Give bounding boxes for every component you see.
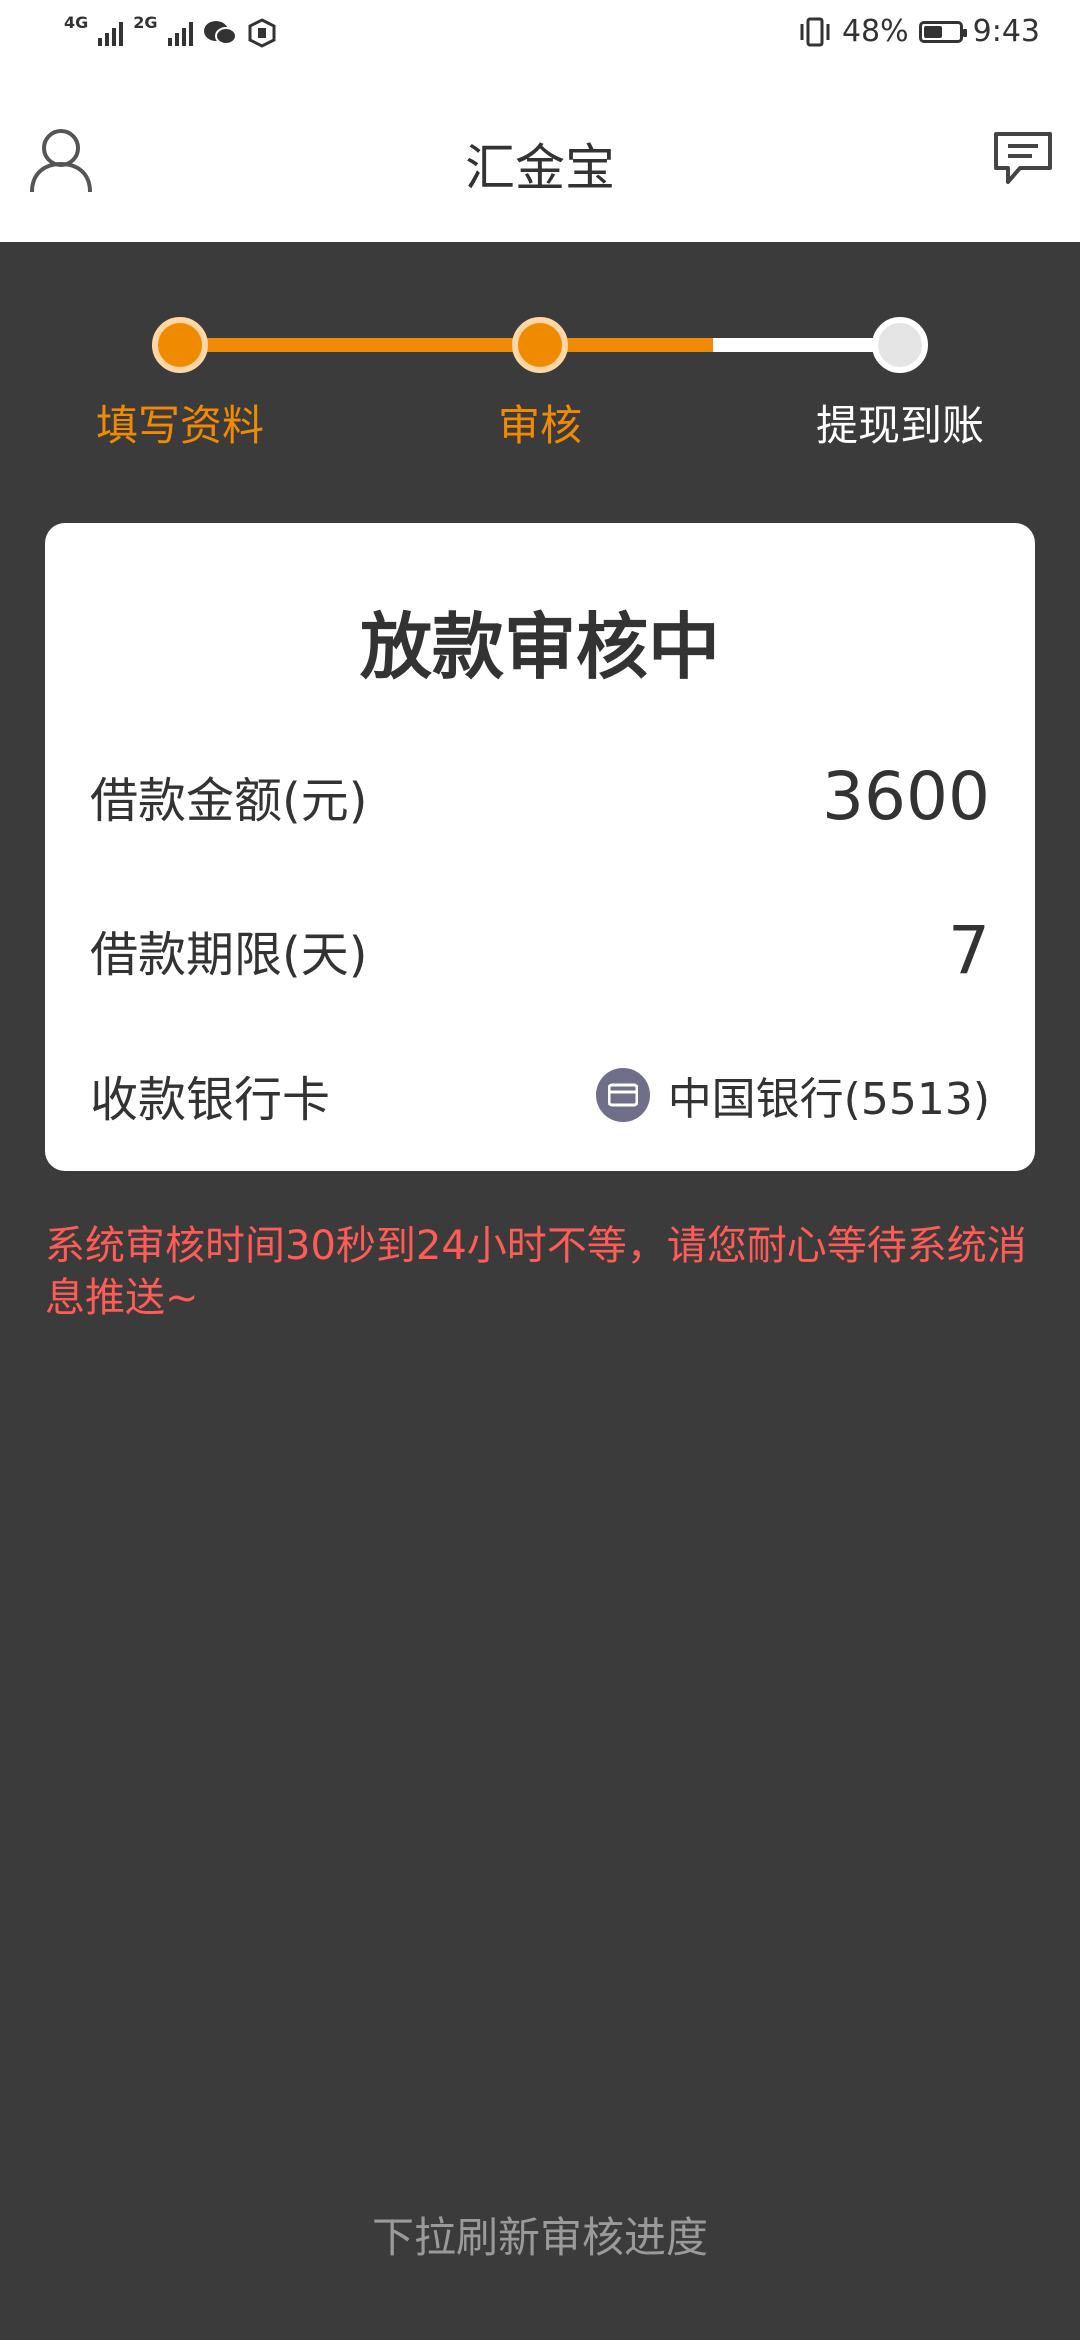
progress-stepper: 填写资料 审核 提现到账 [0,242,1080,472]
shield-icon [248,18,276,48]
loan-amount-row: 借款金额(元) 3600 [90,756,990,836]
status-right: 48% 9:43 [798,14,1040,49]
bank-card-value: 中国银行(5513) [667,1074,990,1125]
stepper-progress [180,338,713,352]
signal-icon [167,20,193,46]
loan-term-value: 7 [948,911,990,989]
step-dot-withdraw [872,317,928,373]
bank-card-label: 收款银行卡 [90,1072,331,1128]
loan-status-card: 放款审核中 借款金额(元) 3600 借款期限(天) 7 收款银行卡 中国银行(… [45,523,1035,1171]
bank-card-info: 中国银行(5513) [595,1063,990,1127]
clock: 9:43 [972,14,1040,49]
status-left: 4G 2G [64,13,277,48]
bank-card-row: 收款银行卡 中国银行(5513) [90,1055,990,1135]
loan-term-row: 借款期限(天) 7 [90,910,990,990]
message-icon[interactable] [990,128,1056,188]
app-title: 汇金宝 [465,139,615,197]
pull-to-refresh-hint[interactable]: 下拉刷新审核进度 [0,2204,1080,2265]
step-label-review: 审核 [497,401,582,450]
bank-card-icon [595,1068,650,1122]
wechat-icon [203,21,237,45]
battery-icon [918,20,967,43]
loan-term-label: 借款期限(天) [90,927,368,983]
step-label-fill-info: 填写资料 [95,401,264,450]
vibrate-icon [800,17,830,46]
step-dot-review [512,317,568,373]
loan-amount-value: 3600 [822,757,990,835]
card-title: 放款审核中 [359,605,720,689]
network-type-2: 2G [133,13,158,32]
signal-icon [98,20,124,46]
network-type-1: 4G [64,13,89,32]
step-dot-fill-info [152,317,208,373]
status-bar: 4G 2G 48% 9:43 [0,0,1080,78]
battery-percent: 48% [841,14,909,49]
step-label-withdraw: 提现到账 [815,401,984,450]
review-notice: 系统审核时间30秒到24小时不等，请您耐心等待系统消息推送~ [45,1223,1027,1321]
loan-amount-label: 借款金额(元) [90,773,368,829]
app-bar: 汇金宝 [0,78,1080,242]
